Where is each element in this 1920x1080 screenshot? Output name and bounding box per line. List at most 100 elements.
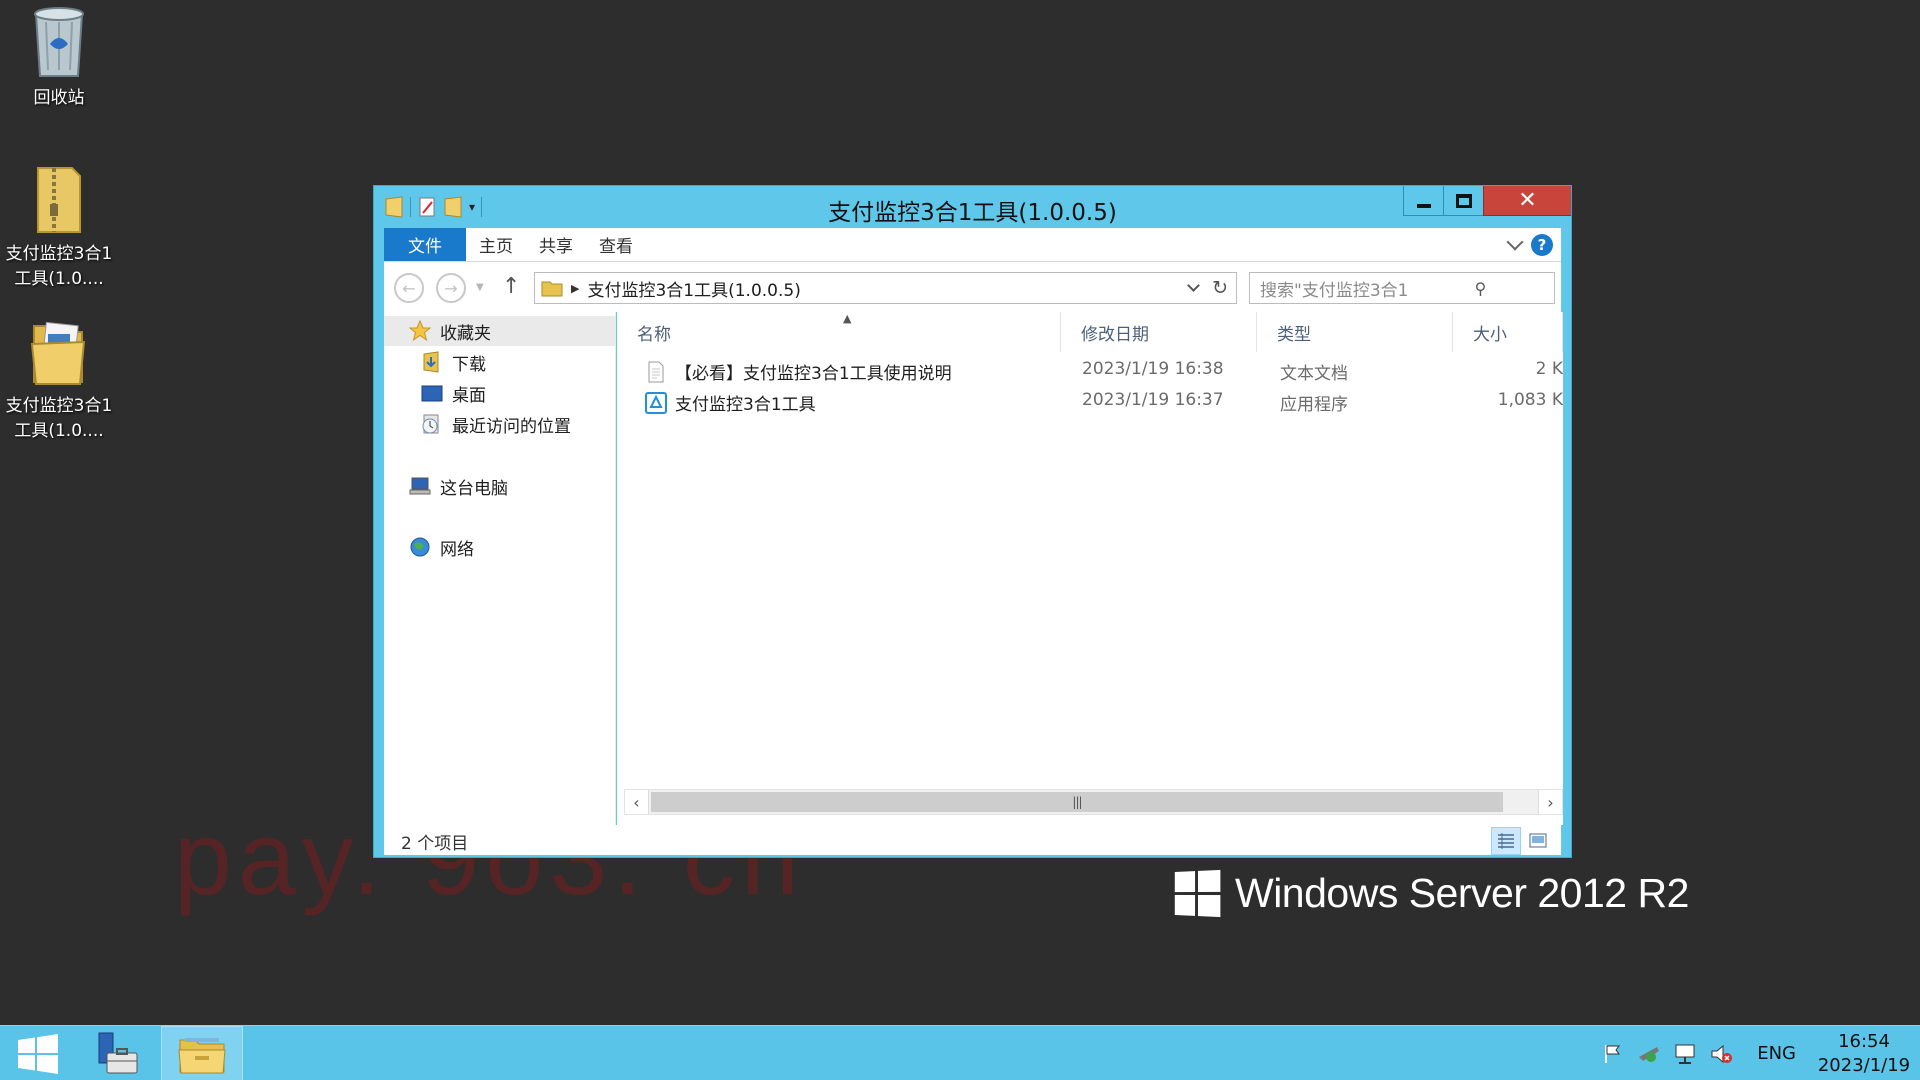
scrollbar-thumb[interactable]: |||	[651, 792, 1503, 812]
input-language[interactable]: ENG	[1757, 1043, 1796, 1064]
file-type: 文本文档	[1280, 364, 1348, 384]
nav-item-downloads[interactable]: 下载	[420, 347, 486, 377]
help-icon[interactable]: ?	[1531, 233, 1553, 256]
nav-label: 网络	[440, 539, 474, 560]
action-center-flag-icon[interactable]	[1599, 1040, 1627, 1068]
folder-icon	[24, 312, 94, 390]
folder-icon	[541, 279, 563, 297]
quick-access-toolbar: ▾	[384, 195, 483, 219]
desktop-icon	[420, 382, 444, 404]
scroll-right-button[interactable]: ›	[1538, 790, 1562, 814]
search-input[interactable]: 搜索"支付监控3合1工具(1.0.0.... ⚲	[1249, 272, 1555, 304]
new-folder-icon[interactable]	[443, 195, 463, 219]
address-dropdown-icon[interactable]	[1187, 279, 1200, 292]
window-controls: ✕	[1403, 186, 1571, 216]
close-icon: ✕	[1518, 187, 1537, 213]
windows-server-branding: Windows Server 2012 R2	[1173, 869, 1689, 917]
refresh-icon[interactable]: ↻	[1212, 277, 1228, 299]
network-status-icon[interactable]	[1671, 1040, 1699, 1068]
windows-start-icon	[17, 1033, 58, 1074]
expand-ribbon-icon[interactable]	[1506, 233, 1524, 250]
file-explorer-button[interactable]	[161, 1026, 243, 1080]
ribbon-tabs: 文件 主页 共享 查看 ?	[384, 228, 1561, 262]
server-manager-button[interactable]	[77, 1026, 157, 1080]
details-view-icon	[1498, 833, 1514, 849]
minimize-icon	[1416, 203, 1431, 208]
nav-item-recent[interactable]: 最近访问的位置	[420, 409, 571, 439]
maximize-button[interactable]	[1443, 186, 1483, 216]
forward-button[interactable]: →	[436, 273, 466, 303]
column-header-type[interactable]: 类型	[1257, 312, 1453, 352]
customize-qat-icon[interactable]: ▾	[469, 200, 475, 214]
column-header-name[interactable]: 名称	[617, 312, 1061, 352]
file-name: 支付监控3合1工具	[675, 395, 816, 415]
navigation-pane: 收藏夹 下载 桌面 最近访问的位置 这台电脑 网络	[384, 312, 616, 825]
file-row[interactable]: 【必看】支付监控3合1工具使用说明 2023/1/19 16:38 文本文档 2…	[617, 355, 1563, 385]
breadcrumb-current[interactable]: 支付监控3合1工具(1.0.0.5)	[587, 276, 800, 301]
file-date: 2023/1/19 16:38	[1082, 359, 1224, 379]
tab-file[interactable]: 文件	[384, 228, 466, 261]
breadcrumb-arrow-icon[interactable]: ▶	[571, 282, 579, 295]
security-shield-icon[interactable]	[1635, 1040, 1663, 1068]
desktop-icon-label: 支付监控3合1工具(1.0....	[5, 244, 113, 289]
nav-item-network[interactable]: 网络	[408, 532, 474, 562]
start-button[interactable]	[0, 1026, 75, 1080]
file-row[interactable]: 支付监控3合1工具 2023/1/19 16:37 应用程序 1,083 K	[617, 386, 1563, 416]
folder-icon[interactable]	[384, 195, 404, 219]
desktop-icon-recycle-bin[interactable]: 回收站	[0, 4, 118, 111]
column-header-size[interactable]: 大小	[1453, 312, 1563, 352]
desktop-icon-zip-folder[interactable]: 支付监控3合1工具(1.0....	[0, 160, 118, 292]
horizontal-scrollbar[interactable]: ‹ ||| ›	[624, 789, 1563, 815]
nav-label: 最近访问的位置	[452, 416, 571, 437]
nav-label: 这台电脑	[440, 478, 508, 499]
system-tray: ENG 16:54 2023/1/19	[1599, 1026, 1920, 1080]
recent-places-icon	[420, 413, 444, 435]
details-view-button[interactable]	[1491, 827, 1521, 855]
file-name: 【必看】支付监控3合1工具使用说明	[675, 364, 952, 384]
close-button[interactable]: ✕	[1483, 186, 1571, 216]
large-icons-view-button[interactable]	[1523, 827, 1553, 855]
properties-icon[interactable]	[417, 195, 437, 219]
clock[interactable]: 16:54 2023/1/19	[1814, 1030, 1914, 1078]
application-icon	[645, 391, 667, 414]
view-switcher	[1491, 827, 1553, 855]
search-icon[interactable]: ⚲	[1407, 279, 1554, 298]
downloads-folder-icon	[420, 351, 444, 373]
nav-item-desktop[interactable]: 桌面	[420, 378, 486, 408]
desktop-icon-label: 回收站	[33, 88, 85, 108]
tab-home[interactable]: 主页	[466, 228, 526, 261]
recent-locations-icon[interactable]: ▼	[476, 282, 484, 293]
windows-logo-icon	[1174, 869, 1222, 917]
minimize-button[interactable]	[1403, 186, 1443, 216]
scroll-left-button[interactable]: ‹	[625, 790, 649, 814]
address-bar[interactable]: ▶ 支付监控3合1工具(1.0.0.5) ↻	[534, 272, 1237, 304]
volume-muted-icon[interactable]	[1707, 1040, 1735, 1068]
tab-view[interactable]: 查看	[586, 228, 646, 261]
explorer-window: ▾ 支付监控3合1工具(1.0.0.5) ✕ 文件 主页 共享 查看 ? ← →…	[373, 185, 1572, 858]
desktop-icon-label: 支付监控3合1工具(1.0....	[5, 396, 113, 441]
desktop-icon-folder[interactable]: 支付监控3合1工具(1.0....	[0, 312, 118, 444]
network-icon	[408, 536, 432, 558]
nav-label: 下载	[452, 354, 486, 375]
item-count: 2 个项目	[401, 834, 469, 854]
text-file-icon	[645, 361, 667, 383]
file-size: 1,083 K	[1497, 390, 1563, 410]
file-size: 2 K	[1535, 359, 1563, 379]
file-type: 应用程序	[1280, 395, 1348, 415]
large-icons-view-icon	[1529, 833, 1547, 848]
back-button[interactable]: ←	[394, 273, 424, 303]
window-title: 支付监控3合1工具(1.0.0.5)	[828, 200, 1117, 226]
column-header-date[interactable]: 修改日期	[1061, 312, 1257, 352]
title-bar[interactable]: ▾ 支付监控3合1工具(1.0.0.5) ✕	[374, 186, 1571, 228]
server-manager-icon	[98, 1032, 138, 1073]
nav-item-this-pc[interactable]: 这台电脑	[408, 471, 508, 501]
tab-share[interactable]: 共享	[526, 228, 586, 261]
nav-item-favorites[interactable]: 收藏夹	[384, 316, 616, 346]
star-icon	[408, 320, 432, 342]
ribbon-controls: ?	[1506, 228, 1561, 261]
up-button[interactable]: ↑	[502, 274, 520, 299]
clock-date: 2023/1/19	[1817, 1054, 1911, 1076]
address-controls: ↻	[1187, 277, 1236, 299]
status-bar: 2 个项目	[384, 825, 1561, 855]
divider	[410, 197, 411, 217]
